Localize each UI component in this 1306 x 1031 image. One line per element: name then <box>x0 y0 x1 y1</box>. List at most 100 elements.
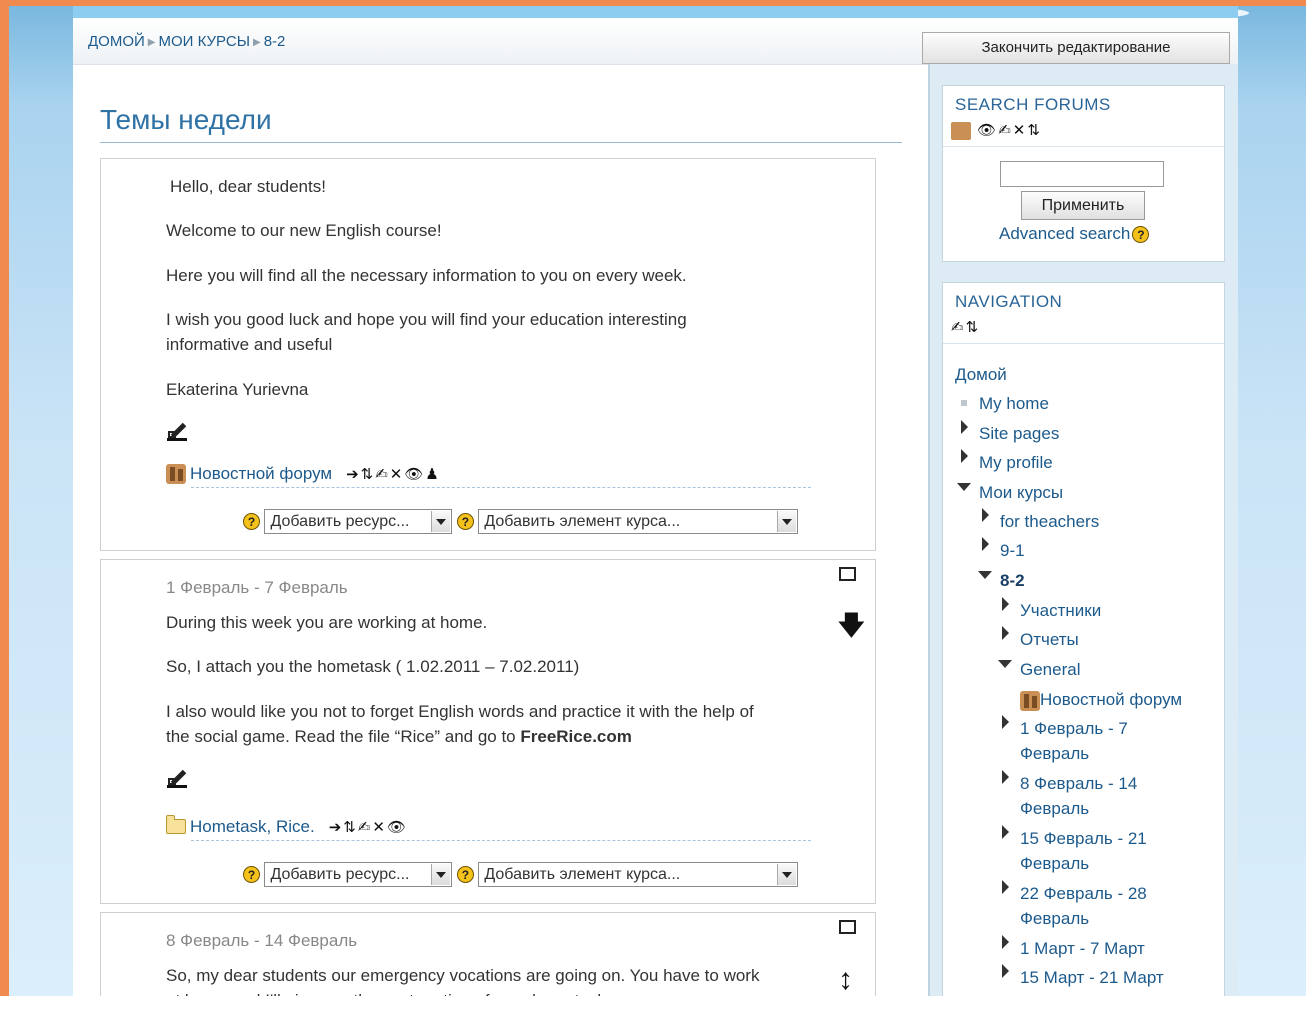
nav-reports[interactable]: Отчеты <box>1020 627 1079 652</box>
expand-icon[interactable] <box>1002 825 1009 839</box>
add-activity-select[interactable]: Добавить элемент курса... <box>478 862 799 887</box>
nav-news-forum-label[interactable]: Новостной форум <box>1040 690 1182 709</box>
section-text: During this week you are working at home… <box>166 613 488 632</box>
nav-course-teachers[interactable]: for theachers <box>1000 509 1099 534</box>
section-text: Hello, dear students! <box>170 177 326 196</box>
section-week-1: 1 Февраль - 7 Февраль 🡇 During this week… <box>100 559 876 904</box>
collapse-icon[interactable] <box>978 571 992 579</box>
nav-news-forum[interactable]: Новостной форум <box>1020 687 1182 712</box>
bottom-margin <box>0 996 1306 1031</box>
section-text: Ekaterina Yurievna <box>166 380 309 399</box>
nav-my-home[interactable]: My home <box>979 391 1049 416</box>
nav-week-1-cont[interactable]: Февраль <box>1020 741 1089 766</box>
expand-icon[interactable] <box>1002 626 1009 640</box>
nav-week-3[interactable]: 15 Февраль - 21 <box>1020 826 1147 851</box>
section-text: So, my dear students our emergency vocat… <box>166 966 760 985</box>
folder-icon <box>166 815 186 835</box>
edit-summary-icon[interactable] <box>167 421 187 441</box>
forum-icon <box>1020 690 1040 711</box>
advanced-search-text[interactable]: Advanced search <box>999 224 1130 243</box>
advanced-search-link[interactable]: Advanced search? <box>999 224 1150 244</box>
nav-week-2[interactable]: 8 Февраль - 14 <box>1020 771 1137 796</box>
apply-search-button[interactable]: Применить <box>1021 191 1145 220</box>
search-input[interactable] <box>1000 161 1164 187</box>
header-strip <box>73 6 1238 18</box>
block-controls[interactable]: ✍⇅ <box>951 318 980 336</box>
block-header: NAVIGATION ✍⇅ <box>943 283 1224 344</box>
breadcrumb-home[interactable]: ДОМОЙ <box>88 33 145 50</box>
main-content: Темы недели Hello, dear students! Welcom… <box>73 64 928 996</box>
activity-folder[interactable]: Hometask, Rice. ➔⇅✍✕👁 <box>166 815 408 837</box>
nav-week-3-cont[interactable]: Февраль <box>1020 851 1089 876</box>
nav-home[interactable]: Домой <box>955 362 1007 387</box>
highlight-checkbox-icon[interactable] <box>839 567 856 581</box>
expand-icon[interactable] <box>961 420 968 434</box>
select-value: Добавить элемент курса... <box>484 513 681 530</box>
breadcrumb-courses[interactable]: МОИ КУРСЫ <box>158 33 250 50</box>
collapse-icon[interactable] <box>998 660 1012 668</box>
activity-edit-icons[interactable]: ➔⇅✍✕👁♟ <box>346 466 441 483</box>
edit-summary-icon[interactable] <box>167 768 187 788</box>
nav-week-6[interactable]: 15 Март - 21 Март <box>1020 965 1164 990</box>
nav-course-8-2[interactable]: 8-2 <box>1000 568 1025 593</box>
help-icon[interactable]: ? <box>456 513 474 530</box>
activity-name[interactable]: Новостной форум <box>190 464 332 483</box>
freerice-text: FreeRice.com <box>520 727 632 746</box>
chevron-down-icon <box>431 864 451 885</box>
help-icon[interactable]: ? <box>243 866 260 883</box>
select-value: Добавить элемент курса... <box>484 866 681 883</box>
expand-icon[interactable] <box>961 449 968 463</box>
highlight-checkbox-icon[interactable] <box>839 920 856 934</box>
collapse-icon[interactable] <box>957 483 971 491</box>
select-value: Добавить ресурс... <box>270 866 410 883</box>
bullet-icon <box>961 400 967 406</box>
nav-week-2-cont[interactable]: Февраль <box>1020 796 1089 821</box>
move-down-icon[interactable]: 🡇 <box>838 612 865 638</box>
help-icon[interactable]: ? <box>456 866 474 883</box>
activity-edit-icons[interactable]: ➔⇅✍✕👁 <box>329 819 408 836</box>
breadcrumb-separator-icon: ▶ <box>147 37 156 48</box>
divider <box>191 840 811 841</box>
chevron-down-icon <box>777 864 797 885</box>
section-text: Welcome to our new English course! <box>166 221 442 240</box>
section-text: the social game. Read the file “Rice” an… <box>166 724 632 749</box>
nav-participants[interactable]: Участники <box>1020 598 1101 623</box>
section-general: Hello, dear students! Welcome to our new… <box>100 158 876 551</box>
nav-week-5[interactable]: 1 Март - 7 Март <box>1020 936 1145 961</box>
expand-icon[interactable] <box>1002 770 1009 784</box>
activity-forum[interactable]: Новостной форум ➔⇅✍✕👁♟ <box>166 463 441 484</box>
block-edit-icons[interactable]: 👁✍✕⇅ <box>977 122 1042 139</box>
breadcrumb-separator-icon: ▶ <box>252 37 261 48</box>
nav-week-4-cont[interactable]: Февраль <box>1020 906 1089 931</box>
add-resource-select[interactable]: Добавить ресурс... <box>264 509 453 534</box>
stop-editing-button[interactable]: Закончить редактирование <box>922 32 1230 64</box>
expand-icon[interactable] <box>982 537 989 551</box>
help-icon[interactable]: ? <box>1132 226 1150 244</box>
nav-week-4[interactable]: 22 Февраль - 28 <box>1020 881 1147 906</box>
help-icon[interactable]: ? <box>243 513 260 530</box>
section-text: I wish you good luck and hope you will f… <box>166 310 687 329</box>
chevron-down-icon <box>431 511 451 532</box>
expand-icon[interactable] <box>1002 935 1009 949</box>
section-text: Here you will find all the necessary inf… <box>166 266 687 285</box>
expand-icon[interactable] <box>1002 880 1009 894</box>
expand-icon[interactable] <box>982 508 989 522</box>
expand-icon[interactable] <box>1002 715 1009 729</box>
activity-name[interactable]: Hometask, Rice. <box>190 817 315 836</box>
expand-icon[interactable] <box>1002 597 1009 611</box>
moodle-page: ДОМОЙ ▶ МОИ КУРСЫ ▶ 8-2 Закончить редактиров… <box>73 6 1238 996</box>
nav-week-1[interactable]: 1 Февраль - 7 <box>1020 716 1128 741</box>
move-up-down-icon[interactable]: ↕ <box>838 965 853 995</box>
add-activity-select[interactable]: Добавить элемент курса... <box>478 509 799 534</box>
add-resource-select[interactable]: Добавить ресурс... <box>264 862 453 887</box>
nav-my-profile[interactable]: My profile <box>979 450 1053 475</box>
page-title: Темы недели <box>100 104 902 143</box>
navigation-block: NAVIGATION ✍⇅ Домой My home Site pages M… <box>942 282 1225 996</box>
breadcrumb-course[interactable]: 8-2 <box>264 33 286 50</box>
block-controls[interactable]: 👁✍✕⇅ <box>951 121 1042 141</box>
nav-general[interactable]: General <box>1020 657 1080 682</box>
nav-site-pages[interactable]: Site pages <box>979 421 1059 446</box>
nav-my-courses[interactable]: Мои курсы <box>979 480 1063 505</box>
expand-icon[interactable] <box>1002 964 1009 978</box>
nav-course-9-1[interactable]: 9-1 <box>1000 538 1025 563</box>
